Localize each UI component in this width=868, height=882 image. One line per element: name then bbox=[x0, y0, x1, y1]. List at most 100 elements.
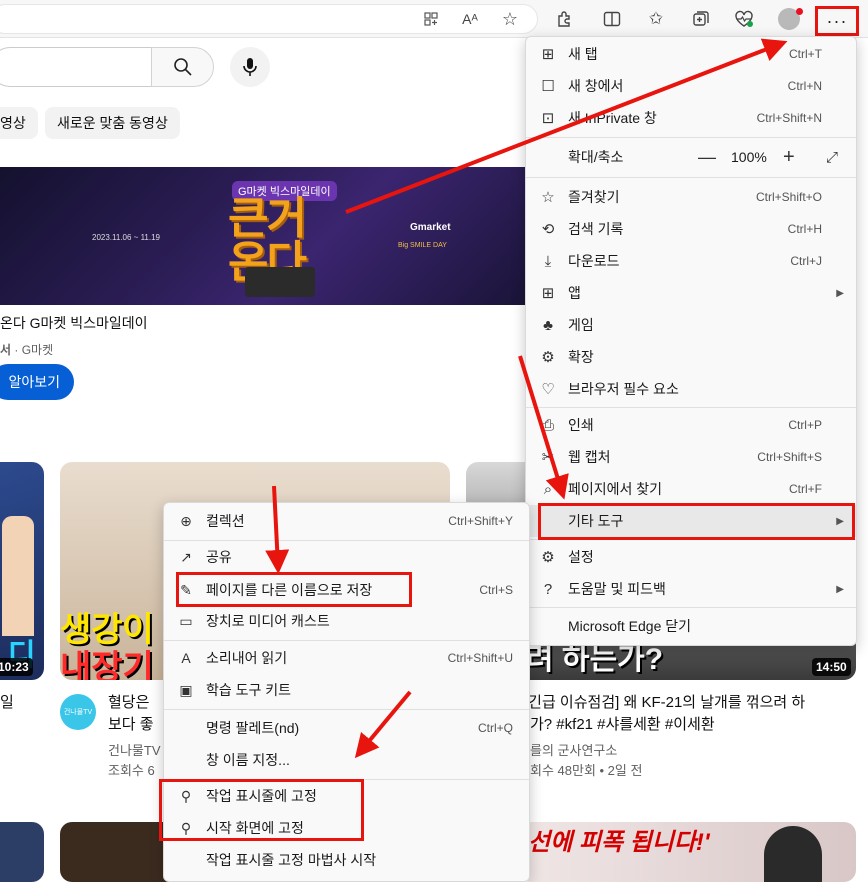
ad-channel: 서 · G마켓 bbox=[0, 341, 53, 358]
favorite-star-icon[interactable]: ☆ bbox=[499, 8, 521, 30]
menu-item-new-tab[interactable]: ⊞ 새 탭 Ctrl+T bbox=[526, 38, 856, 70]
print-icon: ⎙ bbox=[541, 416, 554, 434]
chip-videos[interactable]: 영상 bbox=[0, 107, 38, 139]
menu-item-favorites[interactable]: ☆ 즐겨찾기 Ctrl+Shift+O bbox=[526, 181, 856, 213]
menu-item-label: 검색 기록 bbox=[568, 221, 624, 237]
menu-item-shortcut: Ctrl+Shift+S bbox=[757, 450, 822, 464]
chip-new-recommended[interactable]: 새로운 맞춤 동영상 bbox=[45, 107, 180, 139]
ad-channel-name: · G마켓 bbox=[14, 343, 54, 357]
web-capture-icon: ✂ bbox=[541, 449, 555, 466]
menu-item-close-edge[interactable]: Microsoft Edge 닫기 bbox=[526, 610, 856, 642]
history-icon: ⟲ bbox=[541, 221, 555, 238]
browser-essentials-icon[interactable] bbox=[733, 8, 755, 30]
more-button[interactable]: ··· bbox=[815, 6, 859, 36]
voice-search-button[interactable] bbox=[230, 47, 270, 87]
banner-headline-line1: 큰거 bbox=[228, 194, 307, 243]
video-title[interactable]: [긴급 이슈점검] 왜 KF-21의 날개를 꺾으려 하 bbox=[524, 692, 805, 714]
split-screen-icon[interactable] bbox=[601, 8, 623, 30]
ad-title[interactable]: 온다 G마켓 빅스마일데이 bbox=[0, 313, 147, 333]
menu-separator bbox=[526, 607, 856, 608]
chevron-right-icon: ▶ bbox=[836, 287, 844, 299]
new-window-icon: ☐ bbox=[541, 78, 555, 95]
app-grid-icon[interactable] bbox=[420, 8, 442, 30]
submenu-item-pin-wizard[interactable]: 작업 표시줄 고정 마법사 시작 bbox=[164, 844, 529, 876]
search-button[interactable] bbox=[151, 47, 214, 87]
zoom-out-button[interactable]: — bbox=[698, 147, 716, 168]
favorites-icon[interactable]: ✩ bbox=[645, 8, 667, 30]
zoom-in-button[interactable]: + bbox=[783, 146, 795, 169]
video-thumbnail[interactable]: 디 10:23 bbox=[0, 462, 44, 680]
help-icon: ? bbox=[543, 580, 553, 598]
submenu-item-collections[interactable]: ⊕ 컬렉션 Ctrl+Shift+Y bbox=[164, 505, 529, 537]
video-meta: 조회수 6 bbox=[108, 763, 155, 778]
share-icon: ↗ bbox=[180, 548, 192, 565]
video-channel[interactable]: 를의 군사연구소 bbox=[530, 740, 617, 759]
collections-icon[interactable] bbox=[690, 8, 712, 30]
submenu-item-name-window[interactable]: 창 이름 지정... bbox=[164, 744, 529, 776]
search-input[interactable] bbox=[0, 47, 152, 87]
menu-item-settings[interactable]: ⚙ 설정 bbox=[526, 541, 856, 573]
zoom-level: 100% bbox=[731, 149, 767, 165]
more-icon: ··· bbox=[826, 10, 848, 31]
highlight-save-page-as bbox=[176, 572, 412, 607]
menu-item-label: 게임 bbox=[568, 317, 594, 333]
extensions-icon[interactable] bbox=[553, 8, 575, 30]
notification-dot bbox=[796, 8, 803, 15]
learn-more-button[interactable]: 알아보기 bbox=[0, 364, 74, 400]
edge-settings-menu: ⊞ 새 탭 Ctrl+T ☐ 새 창에서 Ctrl+N ⊡ 새 InPrivat… bbox=[525, 36, 857, 646]
menu-item-shortcut: Ctrl+N bbox=[787, 79, 822, 93]
submenu-item-share[interactable]: ↗ 공유 bbox=[164, 541, 529, 573]
menu-item-label: 앱 bbox=[568, 285, 581, 301]
menu-separator bbox=[526, 137, 856, 138]
menu-item-help-feedback[interactable]: ? 도움말 및 피드백 ▶ bbox=[526, 573, 856, 605]
ad-banner[interactable]: 2023.11.06 ~ 11.19 G마켓 빅스마일데이 큰거 온다 Gmar… bbox=[0, 167, 525, 305]
menu-item-extensions[interactable]: ⚙ 확장 bbox=[526, 341, 856, 373]
menu-item-new-inprivate-window[interactable]: ⊡ 새 InPrivate 창 Ctrl+Shift+N bbox=[526, 102, 856, 134]
read-aloud-icon: A bbox=[181, 650, 191, 666]
channel-avatar[interactable]: 건나물TV bbox=[60, 694, 96, 730]
address-bar[interactable] bbox=[0, 4, 538, 34]
menu-item-browser-essentials[interactable]: ♡ 브라우저 필수 요소 bbox=[526, 373, 856, 405]
banner-product-image bbox=[245, 267, 315, 297]
menu-item-new-window[interactable]: ☐ 새 창에서 Ctrl+N bbox=[526, 70, 856, 102]
menu-separator bbox=[164, 709, 529, 710]
menu-separator bbox=[526, 407, 856, 408]
video-title[interactable]: 혈당은 bbox=[108, 692, 149, 714]
menu-item-games[interactable]: ♣ 게임 bbox=[526, 309, 856, 341]
menu-item-label: 명령 팔레트(nd) bbox=[206, 720, 300, 736]
learning-tools-icon: ▣ bbox=[179, 681, 193, 698]
video-title-line2[interactable]: 보다 좋 bbox=[108, 714, 154, 736]
thumbnail-text: 선에 피폭 됩니다!' bbox=[528, 829, 710, 856]
inprivate-icon: ⊡ bbox=[541, 110, 555, 127]
menu-item-label: 컬렉션 bbox=[206, 513, 245, 529]
banner-event-logo: Big SMILE DAY bbox=[398, 242, 447, 249]
read-aloud-icon[interactable]: Aᴬ bbox=[459, 8, 481, 30]
menu-item-find-on-page[interactable]: ⌕ 페이지에서 찾기 Ctrl+F bbox=[526, 473, 856, 505]
menu-item-label: 다운로드 bbox=[568, 253, 620, 269]
video-title[interactable]: 일 bbox=[0, 692, 14, 714]
menu-item-print[interactable]: ⎙ 인쇄 Ctrl+P bbox=[526, 409, 856, 441]
submenu-item-learning-tools[interactable]: ▣ 학습 도구 키트 bbox=[164, 674, 529, 706]
menu-item-history[interactable]: ⟲ 검색 기록 Ctrl+H bbox=[526, 213, 856, 245]
menu-item-shortcut: Ctrl+H bbox=[787, 222, 822, 236]
new-tab-icon: ⊞ bbox=[541, 46, 555, 63]
extensions-icon: ⚙ bbox=[541, 349, 555, 366]
video-thumbnail[interactable] bbox=[0, 822, 44, 882]
collections-icon: ⊕ bbox=[180, 512, 192, 529]
submenu-item-cast-media[interactable]: ▭ 장치로 미디어 캐스트 bbox=[164, 605, 529, 637]
highlight-more-tools bbox=[538, 503, 855, 540]
submenu-item-read-aloud[interactable]: A 소리내어 읽기 Ctrl+Shift+U bbox=[164, 642, 529, 674]
menu-item-apps[interactable]: ⊞ 앱 ▶ bbox=[526, 277, 856, 309]
menu-item-downloads[interactable]: ⤓ 다운로드 Ctrl+J bbox=[526, 245, 856, 277]
menu-item-label: 공유 bbox=[206, 549, 232, 565]
menu-item-label: 인쇄 bbox=[568, 417, 594, 433]
video-thumbnail[interactable]: 선에 피폭 됩니다!' bbox=[520, 822, 856, 882]
video-meta: 회수 48만회 • 2일 전 bbox=[530, 763, 643, 778]
menu-item-web-capture[interactable]: ✂ 웹 캡처 Ctrl+Shift+S bbox=[526, 441, 856, 473]
fullscreen-icon[interactable]: ⤢ bbox=[826, 149, 838, 166]
video-title-line2[interactable]: 가? #kf21 #샤를세환 #이세환 bbox=[530, 714, 715, 736]
submenu-item-command-palette[interactable]: 명령 팔레트(nd) Ctrl+Q bbox=[164, 712, 529, 744]
menu-item-label: 즐겨찾기 bbox=[568, 189, 620, 205]
menu-item-label: 설정 bbox=[568, 549, 594, 565]
video-channel[interactable]: 건나물TV bbox=[108, 740, 161, 759]
